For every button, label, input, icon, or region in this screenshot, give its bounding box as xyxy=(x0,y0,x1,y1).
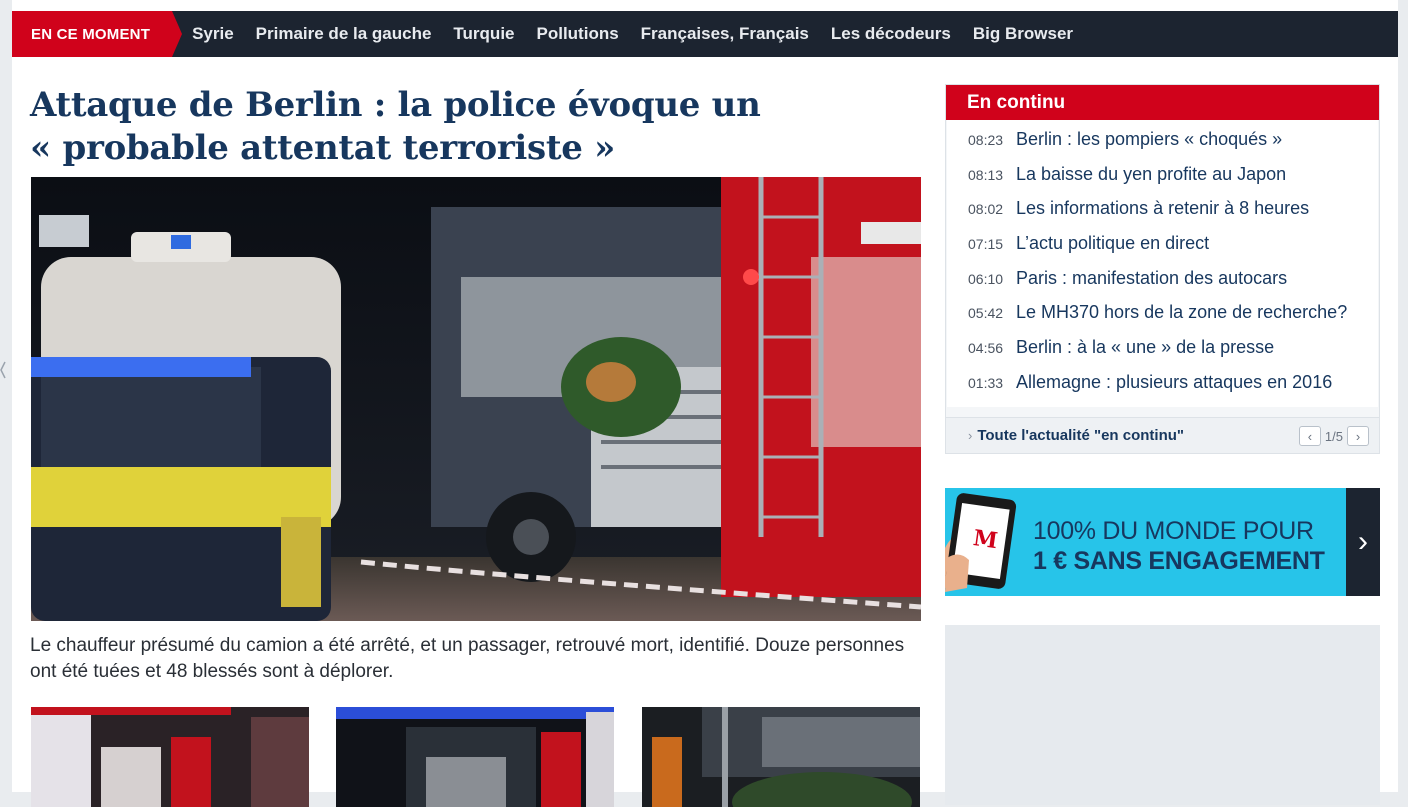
item-time: 05:42 xyxy=(968,305,1004,322)
subscription-ad[interactable]: M 100% DU MONDE POUR 1 € SANS ENGAGEMENT… xyxy=(945,488,1380,596)
nav-link-turquie[interactable]: Turquie xyxy=(453,24,514,44)
item-title[interactable]: Le MH370 hors de la zone de recherche? xyxy=(1016,302,1347,323)
thumbnail-1[interactable] xyxy=(31,707,309,807)
nav-links: Syrie Primaire de la gauche Turquie Poll… xyxy=(192,24,1095,44)
nav-link-decodeurs[interactable]: Les décodeurs xyxy=(831,24,951,44)
ad-placeholder xyxy=(945,625,1380,805)
item-time: 08:02 xyxy=(968,201,1004,218)
chevron-left-icon: ‹ xyxy=(1307,428,1313,444)
list-item[interactable]: 07:15 L’actu politique en direct xyxy=(947,233,1378,268)
item-time: 07:15 xyxy=(968,236,1004,253)
nav-link-francaises[interactable]: Françaises, Français xyxy=(641,24,809,44)
thumbnail-1-illustration xyxy=(31,707,309,807)
top-navigation: EN CE MOMENT Syrie Primaire de la gauche… xyxy=(12,11,1398,57)
page-count: 1/5 xyxy=(1324,428,1343,444)
en-continu-footer: › Toute l'actualité "en continu" ‹ 1/5 › xyxy=(946,417,1379,453)
item-title[interactable]: Berlin : les pompiers « choqués » xyxy=(1016,129,1282,150)
hero-image[interactable] xyxy=(31,177,921,621)
list-item[interactable]: 08:02 Les informations à retenir à 8 heur… xyxy=(947,198,1378,233)
item-title[interactable]: Paris : manifestation des autocars xyxy=(1016,268,1287,289)
prev-page-button[interactable]: ‹ xyxy=(1298,426,1321,446)
item-time: 01:33 xyxy=(968,374,1004,391)
phone-logo: M xyxy=(972,525,1000,554)
en-continu-list: 08:23 Berlin : les pompiers « choqués » 0… xyxy=(947,120,1378,407)
next-page-button[interactable]: › xyxy=(1347,426,1369,446)
headline-line-1[interactable]: Attaque de Berlin : la police évoque un xyxy=(30,85,761,125)
chevron-right-icon: › xyxy=(1358,525,1368,558)
ad-line-2: 1 € SANS ENGAGEMENT xyxy=(1033,547,1325,575)
ad-line-1: 100% DU MONDE POUR xyxy=(1033,517,1314,545)
phone-icon: M xyxy=(945,493,1017,592)
nav-link-pollutions[interactable]: Pollutions xyxy=(537,24,619,44)
list-item[interactable]: 08:23 Berlin : les pompiers « choqués » xyxy=(947,129,1378,164)
thumbnail-2-illustration xyxy=(336,707,614,807)
list-item[interactable]: 01:33 Allemagne : plusieurs attaques en 2… xyxy=(947,372,1378,407)
article-caption: Le chauffeur présumé du camion a été arr… xyxy=(30,635,905,682)
item-title[interactable]: Les informations à retenir à 8 heures xyxy=(1016,198,1309,219)
hero-photo-illustration xyxy=(31,177,921,621)
scroll-edge-icon xyxy=(0,361,6,379)
article-headline[interactable]: Attaque de Berlin : la police évoque un … xyxy=(30,84,920,170)
item-time: 06:10 xyxy=(968,270,1004,287)
item-title[interactable]: Allemagne : plusieurs attaques en 2016 xyxy=(1016,372,1332,393)
thumbnail-2[interactable] xyxy=(336,707,614,807)
nav-link-syrie[interactable]: Syrie xyxy=(192,24,234,44)
en-continu-panel: En continu 08:23 Berlin : les pompiers « … xyxy=(945,84,1380,454)
item-title[interactable]: L’actu politique en direct xyxy=(1016,233,1209,254)
en-ce-moment-badge[interactable]: EN CE MOMENT xyxy=(12,11,183,57)
list-item[interactable]: 06:10 Paris : manifestation des autocars xyxy=(947,268,1378,303)
list-item[interactable]: 04:56 Berlin : à la « une » de la presse xyxy=(947,337,1378,372)
item-title[interactable]: Berlin : à la « une » de la presse xyxy=(1016,337,1274,358)
headline-line-2[interactable]: « probable attentat terroriste » xyxy=(30,128,615,168)
item-title[interactable]: La baisse du yen profite au Japon xyxy=(1016,164,1286,185)
nav-link-primaire[interactable]: Primaire de la gauche xyxy=(256,24,432,44)
list-item[interactable]: 05:42 Le MH370 hors de la zone de recherc… xyxy=(947,302,1378,337)
chevron-right-icon: › xyxy=(1355,428,1361,444)
thumbnail-3[interactable] xyxy=(642,707,920,807)
en-continu-title[interactable]: En continu xyxy=(946,85,1379,120)
ad-arrow-button[interactable]: › xyxy=(1346,488,1380,596)
pager: ‹ 1/5 › xyxy=(1298,426,1369,446)
nav-link-big-browser[interactable]: Big Browser xyxy=(973,24,1073,44)
list-item[interactable]: 08:13 La baisse du yen profite au Japon xyxy=(947,164,1378,199)
chevron-right-icon: › xyxy=(968,428,973,443)
item-time: 04:56 xyxy=(968,340,1004,357)
thumbnail-3-illustration xyxy=(642,707,920,807)
all-news-link[interactable]: Toute l'actualité "en continu" xyxy=(977,427,1184,444)
item-time: 08:13 xyxy=(968,166,1004,183)
item-time: 08:23 xyxy=(968,132,1004,148)
